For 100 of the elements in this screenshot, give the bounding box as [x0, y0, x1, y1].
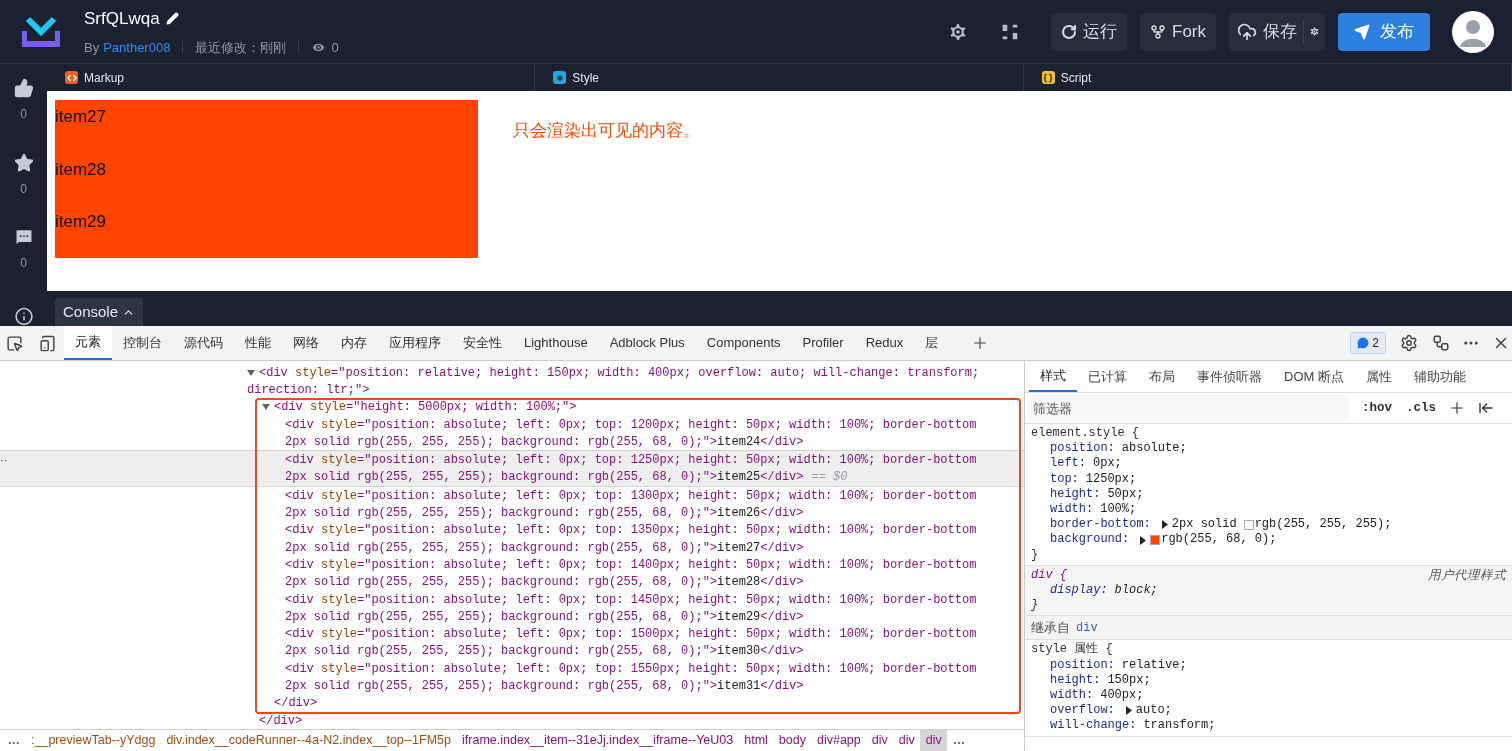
logo[interactable]: [20, 14, 62, 49]
breadcrumb[interactable]: …: [947, 730, 971, 751]
device-icon[interactable]: [39, 334, 56, 352]
color-swatch[interactable]: [1150, 535, 1161, 545]
styles-tab[interactable]: 属性: [1354, 361, 1403, 392]
code-line: <div style="position: absolute; left: 0px; top: 1400px; height: 50px; width: 100%; border-bottom: [285, 556, 977, 574]
property-value[interactable]: absolute;: [1121, 441, 1187, 457]
expand-arrow-icon[interactable]: [247, 368, 255, 377]
run-button[interactable]: 运行: [1051, 12, 1127, 51]
property-value[interactable]: 400px;: [1100, 688, 1144, 704]
info-icon[interactable]: [13, 307, 34, 326]
property-name[interactable]: border-bottom:: [1050, 517, 1151, 533]
property-value[interactable]: 1250px;: [1085, 471, 1137, 487]
styles-tab[interactable]: 事件侦听器: [1186, 361, 1273, 392]
property-name[interactable]: background:: [1050, 532, 1130, 548]
list-item-text: item28: [55, 158, 108, 181]
property-name[interactable]: height:: [1050, 486, 1101, 502]
settings-icon[interactable]: [1400, 334, 1418, 352]
sidebar-toggle-icon[interactable]: [1478, 400, 1495, 416]
reaction-count: 0: [20, 106, 27, 123]
save-button[interactable]: 保存: [1229, 12, 1303, 51]
filter-field[interactable]: 筛选器: [1029, 394, 1349, 422]
message-icon: [1357, 337, 1370, 349]
devtools-tab[interactable]: Adblock Plus: [598, 326, 696, 360]
devtools-tab[interactable]: 元素: [64, 326, 112, 360]
styles-tab[interactable]: DOM 断点: [1273, 361, 1355, 392]
property-name[interactable]: overflow:: [1050, 703, 1115, 719]
breadcrumb[interactable]: div: [920, 730, 948, 751]
expand-arrow-icon[interactable]: [1124, 706, 1133, 716]
avatar[interactable]: [1452, 10, 1494, 53]
inherited-element-link[interactable]: div: [1076, 618, 1098, 637]
publish-button[interactable]: 发布: [1338, 12, 1430, 51]
author-link[interactable]: Panther008: [103, 37, 171, 57]
expand-arrow-icon[interactable]: [1139, 535, 1148, 545]
save-settings-icon[interactable]: [1309, 26, 1320, 37]
color-swatch[interactable]: [1243, 519, 1254, 530]
styles-tab[interactable]: 布局: [1138, 361, 1186, 392]
breadcrumb[interactable]: body: [773, 730, 812, 751]
devtools-tab[interactable]: 层: [914, 326, 950, 360]
breadcrumb[interactable]: div: [866, 730, 894, 751]
property-value[interactable]: 0px;: [1093, 456, 1122, 472]
console-toggle[interactable]: Console: [55, 298, 144, 326]
issues-badge[interactable]: 2: [1350, 332, 1386, 354]
expand-arrow-icon[interactable]: [262, 403, 270, 412]
property-name[interactable]: display:: [1050, 583, 1108, 599]
property-name[interactable]: position:: [1050, 657, 1115, 673]
fork-button[interactable]: Fork: [1140, 12, 1216, 51]
property-value[interactable]: 50px;: [1107, 486, 1144, 502]
property-value[interactable]: 2px solid: [1171, 517, 1237, 533]
devtools-tab[interactable]: 网络: [282, 326, 330, 360]
breadcrumb[interactable]: div.index__codeRunner--4a-N2.index__top--1FM5p: [160, 730, 457, 751]
styles-tab[interactable]: 样式: [1029, 361, 1077, 392]
star-icon[interactable]: [13, 152, 34, 173]
property-value[interactable]: 100%;: [1100, 502, 1137, 518]
property-name[interactable]: height:: [1050, 672, 1101, 689]
breadcrumb[interactable]: div#app: [811, 730, 867, 751]
styles-tab[interactable]: 辅助功能: [1402, 361, 1477, 392]
devtools-tab[interactable]: 应用程序: [378, 326, 452, 360]
selected-node-row[interactable]: ·· <div style="position: absolute; left: 0px; top: 1250px; height: 50px; width: 100%; border-bottom 2px solid rgb(255, 255, 255); background: rgb(255, 68, 0);">item25</div> == $0: [0, 450, 1024, 488]
property-value[interactable]: transform;: [1143, 718, 1216, 734]
property-name[interactable]: will-change:: [1050, 718, 1137, 734]
edit-icon[interactable]: [165, 12, 179, 26]
property-value[interactable]: 150px;: [1107, 672, 1151, 689]
code-line: 2px solid rgb(255, 255, 255); background: rgb(255, 68, 0);">item27</div>: [285, 539, 804, 557]
property-name[interactable]: top:: [1050, 471, 1079, 487]
devtools-tab[interactable]: Components: [695, 326, 792, 360]
breadcrumb[interactable]: div: [893, 730, 921, 751]
property-name[interactable]: left:: [1050, 456, 1086, 472]
devtools-tab[interactable]: 控制台: [112, 326, 173, 360]
property-name[interactable]: position:: [1050, 441, 1115, 457]
devtools-tab[interactable]: Redux: [854, 326, 915, 360]
property-value[interactable]: block;: [1114, 583, 1158, 599]
breadcrumb[interactable]: …: [2, 730, 26, 751]
devtools-tab[interactable]: 性能: [234, 326, 282, 360]
breadcrumb[interactable]: iframe.index__item--31eJj.index__iframe--YeU03: [456, 730, 739, 751]
property-value[interactable]: rgb(255, 68, 0);: [1161, 532, 1277, 548]
devtools-tab[interactable]: 内存: [330, 326, 378, 360]
devtools-tab[interactable]: 源代码: [173, 326, 234, 360]
breadcrumb[interactable]: :__previewTab--yYdgg: [25, 730, 161, 751]
devtools-tab[interactable]: Lighthouse: [513, 326, 599, 360]
connection-icon[interactable]: [1432, 334, 1450, 352]
send-icon: [1354, 23, 1370, 40]
thumbs-up-icon[interactable]: [13, 78, 34, 98]
class-toggle[interactable]: .cls: [1406, 398, 1437, 418]
settings-icon[interactable]: [947, 20, 969, 43]
code-line: 2px solid rgb(255, 255, 255); background: rgb(255, 68, 0);">item28</div>: [285, 574, 804, 592]
property-value[interactable]: auto;: [1135, 703, 1172, 719]
property-name[interactable]: width:: [1050, 502, 1094, 518]
breadcrumb[interactable]: html: [738, 730, 774, 751]
inspect-icon[interactable]: [6, 334, 23, 352]
property-value[interactable]: rgb(255, 255, 255);: [1254, 517, 1392, 533]
property-value[interactable]: relative;: [1121, 657, 1187, 673]
cloud-upload-icon: [1237, 21, 1257, 42]
devtools-tab[interactable]: 安全性: [452, 326, 513, 360]
refresh-icon: [1061, 23, 1077, 40]
devtools-tab[interactable]: Profiler: [791, 326, 855, 360]
property-name[interactable]: width:: [1050, 688, 1094, 704]
styles-tab[interactable]: 已计算: [1077, 361, 1138, 392]
expand-arrow-icon[interactable]: [1160, 520, 1169, 530]
hover-state-toggle[interactable]: :hov: [1362, 398, 1392, 418]
